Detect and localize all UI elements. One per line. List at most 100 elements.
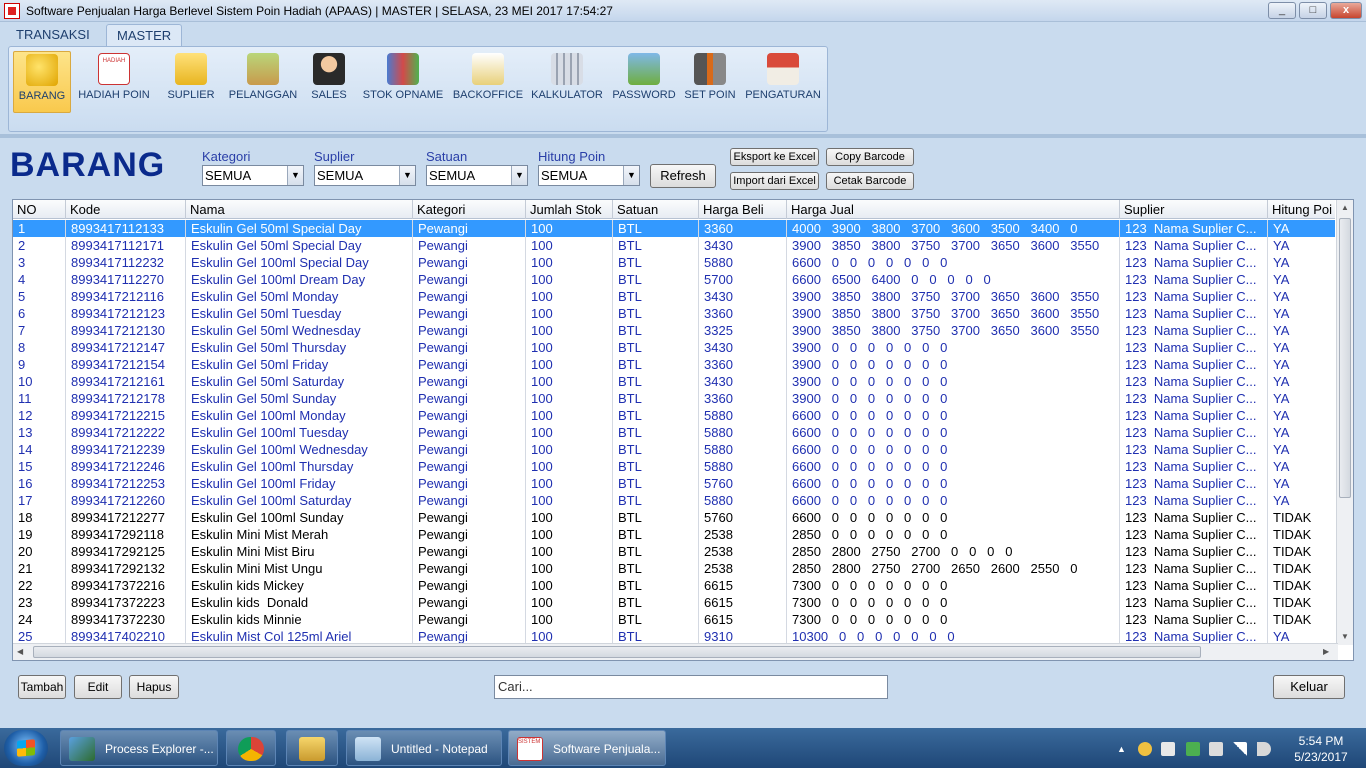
taskbar-notepad[interactable]: Untitled - Notepad <box>346 730 502 766</box>
volume-icon[interactable] <box>1257 742 1271 756</box>
vertical-scroll-thumb[interactable] <box>1339 218 1351 498</box>
vertical-scrollbar[interactable]: ▲ ▼ <box>1336 200 1353 645</box>
taskbar-chrome[interactable] <box>226 730 276 766</box>
ribbon-barang-button[interactable]: BARANG <box>13 51 71 113</box>
filter-kategori-select[interactable]: SEMUA ▼ <box>202 165 304 186</box>
ribbon-sales-button[interactable]: SALES <box>307 51 351 113</box>
table-row[interactable]: 21 8993417292132 Eskulin Mini Mist Ungu Pew… <box>13 560 1338 577</box>
table-row[interactable]: 11 8993417212178 Eskulin Gel 50ml Sunday Pe… <box>13 390 1338 407</box>
table-row[interactable]: 1 8993417112133 Eskulin Gel 50ml Special D… <box>13 220 1338 237</box>
cell-satuan: BTL <box>613 356 699 373</box>
cell-kategori: Pewangi <box>413 509 526 526</box>
column-header-harga-jual[interactable]: Harga Jual <box>787 200 1120 219</box>
table-row[interactable]: 17 8993417212260 Eskulin Gel 100ml Saturda… <box>13 492 1338 509</box>
table-row[interactable]: 14 8993417212239 Eskulin Gel 100ml Wednesd… <box>13 441 1338 458</box>
cell-kategori: Pewangi <box>413 288 526 305</box>
ribbon-kalkulator-button[interactable]: KALKULATOR <box>529 51 605 113</box>
taskbar-software-penjualan[interactable]: SISTEM POIN Software Penjuala... <box>508 730 666 766</box>
table-row[interactable]: 15 8993417212246 Eskulin Gel 100ml Thursda… <box>13 458 1338 475</box>
cell-nama: Eskulin Gel 100ml Tuesday <box>186 424 413 441</box>
export-excel-button[interactable]: Eksport ke Excel <box>730 148 819 166</box>
table-row[interactable]: 8 8993417212147 Eskulin Gel 50ml Thursday P… <box>13 339 1338 356</box>
scroll-left-icon[interactable]: ◀ <box>17 647 23 656</box>
edit-button[interactable]: Edit <box>74 675 122 699</box>
ribbon-hadiah-poin-button[interactable]: HADIAH HADIAH POIN <box>75 51 153 113</box>
scroll-down-icon[interactable]: ▼ <box>1341 632 1349 641</box>
clock-tray-icon[interactable] <box>1138 742 1152 756</box>
table-row[interactable]: 16 8993417212253 Eskulin Gel 100ml Friday P… <box>13 475 1338 492</box>
filter-suplier-select[interactable]: SEMUA ▼ <box>314 165 416 186</box>
table-row[interactable]: 7 8993417212130 Eskulin Gel 50ml Wednesday… <box>13 322 1338 339</box>
column-header-kategori[interactable]: Kategori <box>413 200 526 219</box>
table-row[interactable]: 6 8993417212123 Eskulin Gel 50ml Tuesday Pe… <box>13 305 1338 322</box>
cell-kategori: Pewangi <box>413 407 526 424</box>
tab-transaksi[interactable]: TRANSAKSI <box>6 24 100 46</box>
products-table[interactable]: NO Kode Nama Kategori Jumlah Stok Satuan Harga… <box>12 199 1354 661</box>
ribbon-pelanggan-button[interactable]: PELANGGAN <box>227 51 299 113</box>
table-row[interactable]: 18 8993417212277 Eskulin Gel 100ml Sunday P… <box>13 509 1338 526</box>
ribbon-set-poin-button[interactable]: SET POIN <box>681 51 739 113</box>
table-row[interactable]: 12 8993417212215 Eskulin Gel 100ml Monday P… <box>13 407 1338 424</box>
cell-jumlah-stok: 100 <box>526 577 613 594</box>
column-header-no[interactable]: NO <box>13 200 66 219</box>
device-tray-icon[interactable] <box>1209 742 1223 756</box>
table-row[interactable]: 24 8993417372230 Eskulin kids Minnie Pewang… <box>13 611 1338 628</box>
cell-hitung-poin: YA <box>1268 220 1338 237</box>
column-header-suplier[interactable]: Suplier <box>1120 200 1268 219</box>
filter-satuan-select[interactable]: SEMUA ▼ <box>426 165 528 186</box>
search-input[interactable]: Cari... <box>494 675 888 699</box>
scroll-right-icon[interactable]: ▶ <box>1323 647 1329 656</box>
minimize-button[interactable]: _ <box>1268 2 1296 19</box>
table-row[interactable]: 20 8993417292125 Eskulin Mini Mist Biru Pew… <box>13 543 1338 560</box>
window-tray-icon[interactable] <box>1161 742 1175 756</box>
tab-master[interactable]: MASTER <box>106 24 183 46</box>
cell-kode: 8993417212116 <box>66 288 186 305</box>
taskbar-explorer[interactable] <box>286 730 338 766</box>
exit-button[interactable]: Keluar <box>1273 675 1345 699</box>
cell-satuan: BTL <box>613 237 699 254</box>
close-button[interactable]: x <box>1330 2 1362 19</box>
horizontal-scrollbar[interactable]: ◀ ▶ <box>13 643 1338 660</box>
column-header-nama[interactable]: Nama <box>186 200 413 219</box>
table-row[interactable]: 2 8993417112171 Eskulin Gel 50ml Special D… <box>13 237 1338 254</box>
table-row[interactable]: 5 8993417212116 Eskulin Gel 50ml Monday Pew… <box>13 288 1338 305</box>
maximize-button[interactable]: □ <box>1299 2 1327 19</box>
cell-jumlah-stok: 100 <box>526 526 613 543</box>
ribbon-suplier-button[interactable]: SUPLIER <box>161 51 221 113</box>
clock[interactable]: 5:54 PM 5/23/2017 <box>1282 733 1360 765</box>
taskbar-process-explorer[interactable]: Process Explorer -... <box>60 730 218 766</box>
cell-jumlah-stok: 100 <box>526 492 613 509</box>
show-hidden-icons-icon[interactable]: ▲ <box>1117 742 1126 756</box>
delete-button[interactable]: Hapus <box>129 675 179 699</box>
column-header-jumlah-stok[interactable]: Jumlah Stok <box>526 200 613 219</box>
copy-barcode-button[interactable]: Copy Barcode <box>826 148 914 166</box>
table-row[interactable]: 23 8993417372223 Eskulin kids Donald Pewang… <box>13 594 1338 611</box>
column-header-kode[interactable]: Kode <box>66 200 186 219</box>
column-header-satuan[interactable]: Satuan <box>613 200 699 219</box>
security-tray-icon[interactable] <box>1186 742 1200 756</box>
add-button[interactable]: Tambah <box>18 675 66 699</box>
scroll-up-icon[interactable]: ▲ <box>1341 203 1349 212</box>
refresh-button[interactable]: Refresh <box>650 164 716 188</box>
ribbon-pengaturan-button[interactable]: PENGATURAN <box>743 51 823 113</box>
table-row[interactable]: 22 8993417372216 Eskulin kids Mickey Pewang… <box>13 577 1338 594</box>
table-row[interactable]: 9 8993417212154 Eskulin Gel 50ml Friday Pew… <box>13 356 1338 373</box>
ribbon-stok-opname-button[interactable]: STOK OPNAME <box>359 51 447 113</box>
table-row[interactable]: 19 8993417292118 Eskulin Mini Mist Merah Pe… <box>13 526 1338 543</box>
horizontal-scroll-thumb[interactable] <box>33 646 1201 658</box>
ribbon-password-button[interactable]: PASSWORD <box>611 51 677 113</box>
table-row[interactable]: 3 8993417112232 Eskulin Gel 100ml Special … <box>13 254 1338 271</box>
filter-hitung-poin-select[interactable]: SEMUA ▼ <box>538 165 640 186</box>
cell-hitung-poin: YA <box>1268 356 1338 373</box>
print-barcode-button[interactable]: Cetak Barcode <box>826 172 914 190</box>
column-header-hitung-poin[interactable]: Hitung Poi <box>1268 200 1338 219</box>
column-header-harga-beli[interactable]: Harga Beli <box>699 200 787 219</box>
start-button[interactable] <box>4 730 48 766</box>
cell-kode: 8993417212239 <box>66 441 186 458</box>
table-row[interactable]: 4 8993417112270 Eskulin Gel 100ml Dream Da… <box>13 271 1338 288</box>
table-row[interactable]: 10 8993417212161 Eskulin Gel 50ml Saturday… <box>13 373 1338 390</box>
table-row[interactable]: 13 8993417212222 Eskulin Gel 100ml Tuesday… <box>13 424 1338 441</box>
network-icon[interactable] <box>1233 742 1247 756</box>
import-excel-button[interactable]: Import dari Excel <box>730 172 819 190</box>
ribbon-backoffice-button[interactable]: BACKOFFICE <box>451 51 525 113</box>
